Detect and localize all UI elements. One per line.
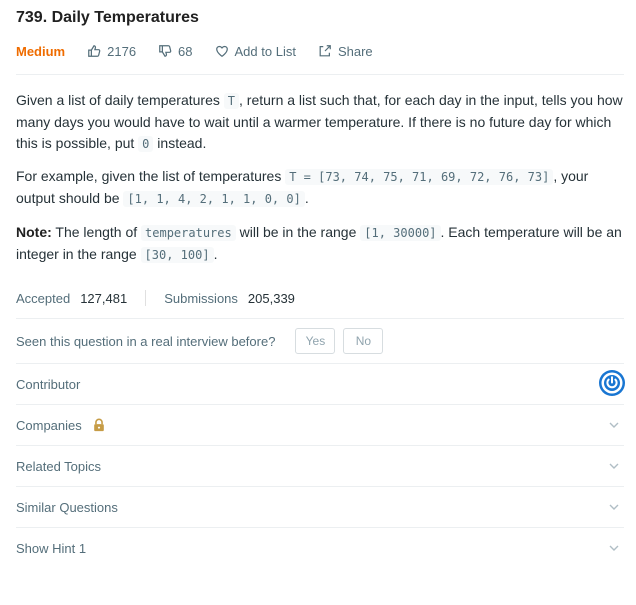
- chevron-down-icon[interactable]: [608, 460, 620, 472]
- companies-label: Companies: [16, 417, 82, 433]
- interview-question-text: Seen this question in a real interview b…: [16, 333, 276, 349]
- problem-page: 739. Daily Temperatures Medium 2176 68 A…: [0, 0, 636, 605]
- show-hint-section[interactable]: Show Hint 1: [16, 527, 624, 568]
- submissions-label: Submissions: [164, 290, 238, 306]
- inline-code: T: [223, 93, 239, 109]
- thumbs-up-icon: [88, 45, 101, 57]
- no-button[interactable]: No: [343, 328, 384, 354]
- accepted-label: Accepted: [16, 290, 71, 306]
- similar-questions-section[interactable]: Similar Questions: [16, 486, 624, 527]
- submissions-value: 205,339: [247, 290, 295, 306]
- yes-button[interactable]: Yes: [295, 328, 336, 354]
- share-label: Share: [337, 43, 373, 59]
- note-label: Note:: [16, 224, 52, 240]
- chevron-down-icon[interactable]: [608, 501, 620, 513]
- share-icon: [319, 45, 331, 57]
- desc-text: For example, given the list of temperatu…: [16, 168, 286, 184]
- description-paragraph-1: Given a list of daily temperatures T, re…: [16, 90, 624, 155]
- dislike-button[interactable]: 68: [158, 43, 193, 59]
- heart-icon: [215, 45, 228, 57]
- add-to-list-button[interactable]: Add to List: [215, 44, 296, 59]
- description-note: Note: The length of temperatures will be…: [16, 222, 624, 266]
- problem-title: 739. Daily Temperatures: [16, 9, 199, 26]
- header-divider: [16, 74, 624, 75]
- chevron-down-icon[interactable]: [608, 542, 620, 554]
- problem-meta: Medium 2176 68 Add to List Share: [16, 41, 395, 61]
- add-to-list-label: Add to List: [234, 43, 296, 59]
- thumbs-down-icon: [159, 45, 172, 57]
- desc-text: will be in the range: [235, 224, 361, 240]
- like-button[interactable]: 2176: [87, 44, 136, 59]
- inline-code: [30, 100]: [140, 247, 214, 263]
- desc-text: Given a list of daily temperatures: [16, 92, 224, 108]
- lock-icon: [93, 418, 104, 432]
- accepted-value: 127,481: [80, 290, 128, 306]
- interview-question: Seen this question in a real interview b…: [16, 328, 384, 354]
- power-icon[interactable]: [598, 369, 626, 397]
- companies-section[interactable]: Companies: [16, 404, 624, 445]
- contributor-label: Contributor: [16, 376, 81, 392]
- desc-text: instead.: [153, 135, 207, 151]
- desc-text: The length of: [51, 224, 142, 240]
- contributor-section[interactable]: Contributor: [16, 363, 626, 404]
- related-topics-label: Related Topics: [16, 458, 102, 474]
- dislikes-count: 68: [178, 43, 193, 59]
- inline-code: T = [73, 74, 75, 71, 69, 72, 76, 73]: [285, 169, 554, 185]
- inline-code: 0: [138, 136, 154, 152]
- inline-code: [1, 1, 4, 2, 1, 1, 0, 0]: [123, 191, 305, 207]
- likes-count: 2176: [107, 43, 137, 59]
- difficulty-label: Medium: [16, 43, 66, 59]
- share-button[interactable]: Share: [318, 44, 373, 59]
- related-topics-section[interactable]: Related Topics: [16, 445, 624, 486]
- chevron-down-icon[interactable]: [608, 419, 620, 431]
- submission-stats: Accepted 127,481 Submissions 205,339: [16, 288, 295, 308]
- stats-divider: [16, 318, 624, 319]
- inline-code: [1, 30000]: [360, 225, 441, 241]
- stats-separator: [145, 290, 147, 306]
- desc-text: .: [213, 246, 218, 262]
- show-hint-label: Show Hint 1: [16, 540, 87, 556]
- desc-text: .: [304, 190, 309, 206]
- inline-code: temperatures: [141, 225, 236, 241]
- description-paragraph-2: For example, given the list of temperatu…: [16, 166, 624, 210]
- similar-questions-label: Similar Questions: [16, 499, 118, 515]
